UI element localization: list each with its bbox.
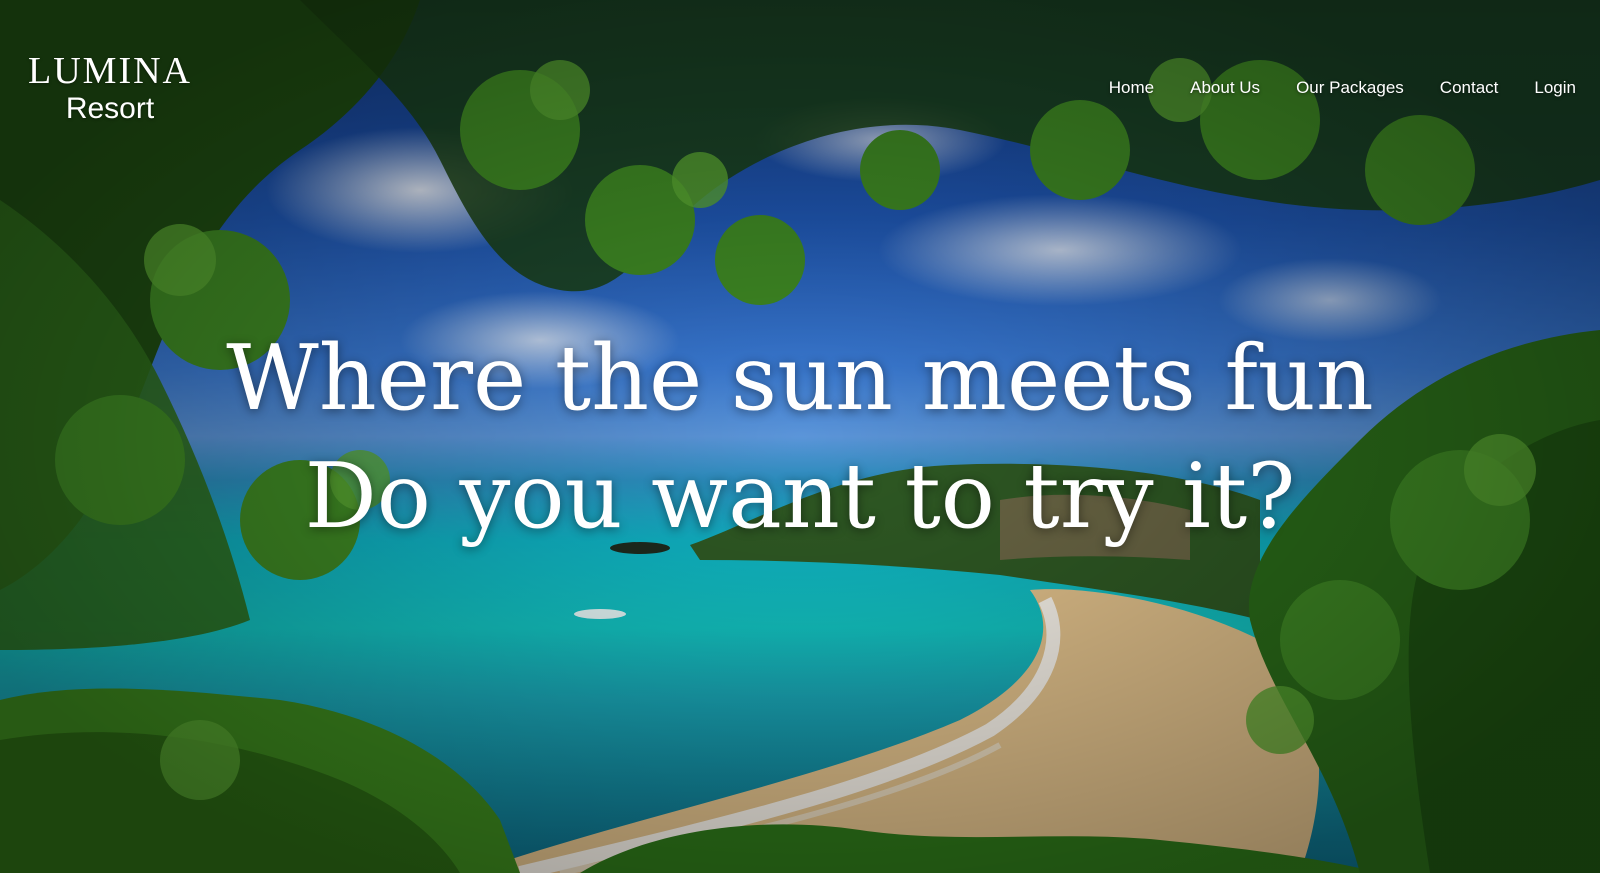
main-navigation: Home About Us Our Packages Contact Login: [1109, 78, 1576, 98]
brand-tagline: Resort: [65, 92, 155, 125]
nav-link-about-us[interactable]: About Us: [1190, 78, 1260, 98]
hero-section: LUMINA Resort Home About Us Our Packages…: [0, 0, 1600, 873]
hero-headline-line-2: Do you want to try it?: [304, 444, 1296, 549]
nav-link-our-packages[interactable]: Our Packages: [1296, 78, 1404, 98]
brand-name: LUMINA: [28, 50, 192, 92]
hero-headline-line-1: Where the sun meets fun: [226, 326, 1374, 431]
nav-link-contact[interactable]: Contact: [1440, 78, 1499, 98]
nav-link-home[interactable]: Home: [1109, 78, 1154, 98]
hero-headline: Where the sun meets fun Do you want to t…: [0, 320, 1600, 556]
brand-logo[interactable]: LUMINA Resort: [20, 50, 200, 126]
nav-link-login[interactable]: Login: [1534, 78, 1576, 98]
